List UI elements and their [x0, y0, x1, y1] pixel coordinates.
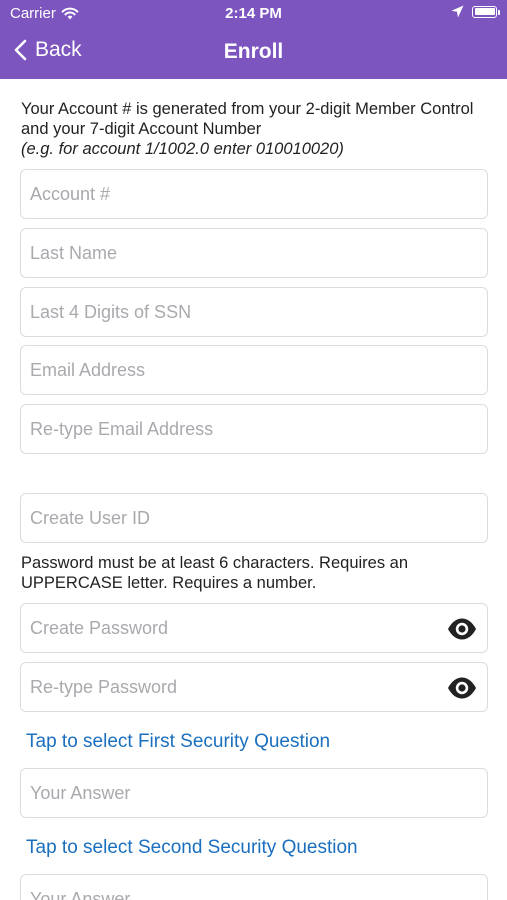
- last-name-input[interactable]: [21, 229, 487, 277]
- email-confirm-input[interactable]: [21, 405, 487, 453]
- first-answer-field[interactable]: [20, 768, 488, 818]
- email-confirm-field[interactable]: [20, 404, 488, 454]
- second-answer-input[interactable]: [21, 875, 487, 900]
- eye-icon[interactable]: [447, 617, 477, 641]
- account-number-field[interactable]: [20, 169, 488, 219]
- second-security-question-link[interactable]: Tap to select Second Security Question: [26, 837, 358, 859]
- second-answer-field[interactable]: [20, 874, 488, 900]
- account-example: (e.g. for account 1/1002.0 enter 0100100…: [21, 140, 344, 158]
- last-name-field[interactable]: [20, 228, 488, 278]
- account-instructions-text: Your Account # is generated from your 2-…: [21, 100, 474, 138]
- ssn-field[interactable]: [20, 287, 488, 337]
- location-arrow-icon: [451, 5, 464, 18]
- email-input[interactable]: [21, 346, 487, 394]
- user-id-input[interactable]: [21, 494, 487, 542]
- password-field[interactable]: [20, 603, 488, 653]
- password-confirm-input[interactable]: [21, 663, 487, 711]
- password-requirements: Password must be at least 6 characters. …: [21, 554, 409, 592]
- status-right: [451, 5, 500, 18]
- user-id-field[interactable]: [20, 493, 488, 543]
- first-security-question-link[interactable]: Tap to select First Security Question: [26, 731, 330, 753]
- header-bar: Carrier 2:14 PM Back Enroll: [0, 0, 507, 79]
- ssn-last4-input[interactable]: [21, 288, 487, 336]
- email-field[interactable]: [20, 345, 488, 395]
- navigation-bar: Back Enroll: [0, 28, 507, 79]
- status-bar: Carrier 2:14 PM: [0, 0, 507, 28]
- eye-icon[interactable]: [447, 676, 477, 700]
- account-instructions: Your Account # is generated from your 2-…: [21, 99, 491, 159]
- account-number-input[interactable]: [21, 170, 487, 218]
- first-answer-input[interactable]: [21, 769, 487, 817]
- page-title: Enroll: [223, 40, 284, 63]
- status-time: 2:14 PM: [225, 5, 282, 22]
- password-input[interactable]: [21, 604, 487, 652]
- battery-icon: [472, 5, 500, 18]
- password-confirm-field[interactable]: [20, 662, 488, 712]
